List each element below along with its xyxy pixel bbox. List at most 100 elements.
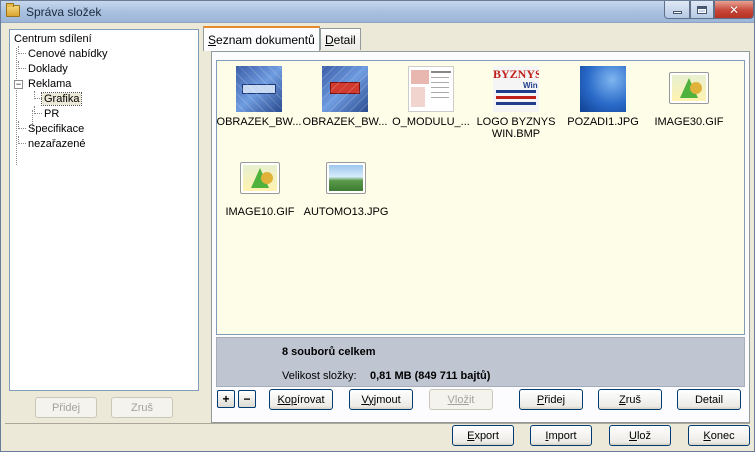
tree-branch: [18, 136, 26, 144]
file-name: OBRAZEK_BW...: [302, 116, 388, 128]
button-label: onec: [710, 429, 735, 442]
tree-list: Centrum sdílení Cenové nabídky Doklady −…: [10, 30, 198, 152]
file-name: IMAGE30.GIF: [654, 116, 724, 128]
file-list-view[interactable]: OBRAZEK_BW... OBRAZEK_BW... O_MODULU_...…: [216, 60, 745, 335]
tree-branch: [18, 61, 26, 69]
minimize-icon: [672, 11, 682, 14]
footer-bar: Export Import Ulož Konec: [5, 423, 750, 449]
tree-item-doklady[interactable]: Doklady: [12, 61, 198, 77]
folder-info-panel: 8 souborů celkem Velikost složky: 0,81 M…: [216, 337, 745, 387]
image-file-icon: [237, 156, 283, 202]
logo-thumbnail-icon: BYZNYS Win: [493, 66, 539, 112]
button-mnemonic: K: [703, 429, 711, 442]
add-file-button[interactable]: +: [217, 390, 235, 408]
footer-divider: [5, 423, 750, 424]
tree-item-label: nezařazené: [28, 138, 86, 150]
add-folder-button[interactable]: Přidej: [35, 397, 97, 418]
tree-item-grafika[interactable]: Grafika: [12, 91, 198, 107]
button-mnemonic: Vyj: [361, 393, 377, 406]
tree-item-reklama[interactable]: − Reklama: [12, 77, 198, 92]
file-item[interactable]: OBRAZEK_BW...: [302, 66, 388, 128]
tree-branch: [18, 121, 26, 129]
tree-item-label: Centrum sdílení: [14, 33, 92, 45]
title-bar[interactable]: Správa složek ✕: [1, 1, 754, 23]
import-button[interactable]: Import: [530, 425, 592, 446]
tab-detail[interactable]: Detail: [320, 28, 361, 50]
tree-branch: [34, 91, 42, 99]
remove-file-button[interactable]: −: [238, 390, 256, 408]
button-label: it: [468, 393, 475, 406]
button-mnemonic: P: [536, 393, 545, 406]
photo-thumbnail-icon: [236, 66, 282, 112]
close-button[interactable]: ✕: [714, 1, 754, 19]
tree-item-label: PR: [44, 108, 60, 120]
folder-manager-window: Správa složek ✕ Centrum sdílení Cenové n…: [0, 0, 755, 452]
file-item[interactable]: BYZNYS Win LOGO BYZNYS WIN.BMP: [473, 66, 559, 140]
documents-tab-panel: OBRAZEK_BW... OBRAZEK_BW... O_MODULU_...…: [211, 51, 750, 423]
logo-text: BYZNYS: [493, 67, 539, 81]
window-title: Správa složek: [26, 5, 102, 19]
tree-item-specifikace[interactable]: Specifikace: [12, 121, 198, 137]
file-count: 8 souborů celkem: [282, 346, 376, 358]
button-label: mout: [376, 393, 401, 406]
landscape-image-icon: [323, 156, 369, 202]
button-label: xport: [474, 429, 499, 442]
tree-item-label: Reklama: [28, 78, 72, 90]
folder-size-label: Velikost složky:: [282, 370, 357, 382]
tab-label: eznam dokumentů: [216, 32, 315, 47]
file-name: IMAGE10.GIF: [225, 206, 295, 218]
file-item[interactable]: AUTOMO13.JPG: [303, 156, 389, 218]
tree-item-nezarazene[interactable]: nezařazené: [12, 136, 198, 152]
add-document-button[interactable]: Přidej: [519, 389, 583, 410]
close-dialog-button[interactable]: Konec: [688, 425, 750, 446]
file-name: LOGO BYZNYS WIN.BMP: [476, 116, 556, 140]
remove-folder-button[interactable]: Zruš: [111, 397, 173, 418]
tab-label-mnemonic: D: [325, 32, 334, 47]
minus-icon: −: [243, 392, 251, 406]
folder-size-value: 0,81 MB (849 711 bajtů): [370, 370, 491, 382]
export-button[interactable]: Export: [452, 425, 514, 446]
button-label: mport: [548, 429, 577, 442]
file-item[interactable]: O_MODULU_...: [388, 66, 474, 128]
tab-label-mnemonic: S: [208, 32, 217, 47]
file-name: POZADI1.JPG: [567, 116, 639, 128]
tree-item-pr[interactable]: PR: [12, 106, 198, 122]
file-name: O_MODULU_...: [392, 116, 470, 128]
maximize-icon: [697, 5, 707, 14]
button-mnemonic: U: [628, 429, 637, 442]
copy-button[interactable]: Kop írovat: [269, 389, 333, 410]
minimize-button[interactable]: [664, 1, 690, 19]
folder-icon: [6, 3, 20, 17]
button-label: ruš: [625, 393, 641, 406]
cut-button[interactable]: Vyj mout: [349, 389, 413, 410]
tree-item-label: Grafika: [40, 92, 83, 106]
file-item[interactable]: IMAGE10.GIF: [217, 156, 303, 218]
tree-branch: [34, 106, 42, 114]
image-file-icon: [666, 66, 712, 112]
plus-icon: +: [222, 392, 230, 406]
maximize-button[interactable]: [690, 1, 714, 19]
close-icon: ✕: [728, 2, 740, 17]
button-mnemonic: E: [467, 429, 475, 442]
photo-thumbnail-icon: [322, 66, 368, 112]
tree-item-cenove-nabidky[interactable]: Cenové nabídky: [12, 46, 198, 62]
paste-button[interactable]: Vlož it: [429, 389, 493, 410]
tree-item-label: Specifikace: [28, 123, 85, 135]
tree-button-bar: Přidej Zruš: [9, 397, 199, 419]
file-item[interactable]: POZADI1.JPG: [560, 66, 646, 128]
file-item[interactable]: OBRAZEK_BW...: [216, 66, 302, 128]
button-label: lož: [636, 429, 651, 442]
remove-document-button[interactable]: Zruš: [598, 389, 662, 410]
tab-label: etail: [333, 32, 356, 47]
detail-button[interactable]: Detail: [677, 389, 741, 410]
background-thumbnail-icon: [580, 66, 626, 112]
tab-seznam-dokumentu[interactable]: Seznam dokumentů: [203, 26, 320, 51]
file-name: OBRAZEK_BW...: [216, 116, 302, 128]
folder-tree[interactable]: Centrum sdílení Cenové nabídky Doklady −…: [9, 29, 199, 391]
button-label: írovat: [297, 393, 325, 406]
tree-item-root[interactable]: Centrum sdílení: [12, 32, 198, 47]
save-button[interactable]: Ulož: [609, 425, 671, 446]
tree-branch: [18, 46, 26, 54]
collapse-icon[interactable]: −: [14, 80, 23, 89]
file-item[interactable]: IMAGE30.GIF: [646, 66, 732, 128]
